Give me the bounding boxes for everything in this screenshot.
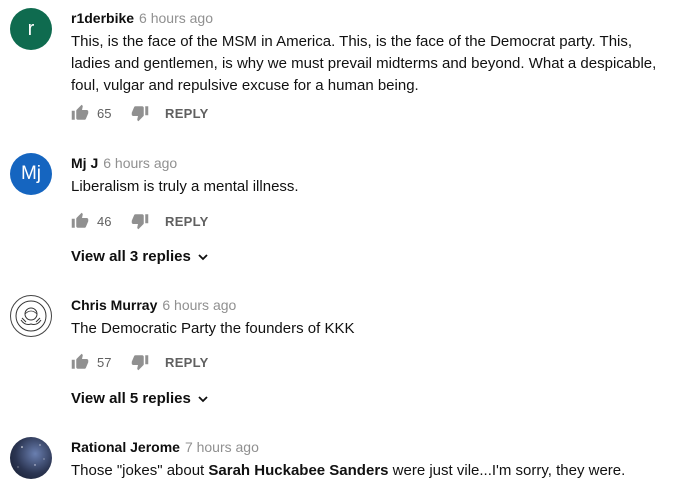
avatar[interactable]: Mj [10, 153, 52, 195]
comment-timestamp[interactable]: 6 hours ago [162, 297, 236, 313]
thumbs-down-icon[interactable] [131, 104, 149, 122]
view-replies-button[interactable]: View all 3 replies [71, 248, 209, 265]
like-count: 57 [97, 354, 112, 370]
author-name[interactable]: Rational Jerome [71, 439, 180, 455]
comment-text: The Democratic Party the founders of KKK [71, 320, 355, 337]
globe-hands-icon [15, 300, 47, 332]
thumbs-up-icon[interactable] [71, 212, 89, 230]
comment-timestamp[interactable]: 7 hours ago [185, 439, 259, 455]
comment-actions: 46 REPLY [71, 211, 209, 231]
comment-timestamp[interactable]: 6 hours ago [103, 155, 177, 171]
author-name[interactable]: Mj J [71, 155, 98, 171]
night-sky-icon [17, 444, 45, 468]
view-replies-label: View all 5 replies [71, 390, 191, 407]
reply-button[interactable]: REPLY [165, 214, 209, 229]
avatar[interactable] [10, 437, 52, 479]
chevron-down-icon [198, 395, 208, 402]
chevron-down-icon [198, 253, 208, 260]
thumbs-up-icon[interactable] [71, 353, 89, 371]
thumbs-down-icon[interactable] [131, 353, 149, 371]
comment-header: Rational Jerome 7 hours ago [71, 438, 259, 456]
comment-actions: 57 REPLY [71, 352, 209, 372]
comment-text: Liberalism is truly a mental illness. [71, 178, 299, 195]
comment-header: Chris Murray 6 hours ago [71, 296, 236, 314]
view-replies-label: View all 3 replies [71, 248, 191, 265]
thumbs-up-icon[interactable] [71, 104, 89, 122]
like-count: 65 [97, 105, 112, 121]
reply-button[interactable]: REPLY [165, 106, 209, 121]
comment-text: Those "jokes" about Sarah Huckabee Sande… [71, 460, 671, 482]
comment-actions: 65 REPLY [71, 103, 209, 123]
comment-text: This, is the face of the MSM in America.… [71, 33, 657, 94]
avatar[interactable]: r [10, 8, 52, 50]
view-replies-button[interactable]: View all 5 replies [71, 390, 209, 407]
comment-text-part: Those "jokes" about [71, 462, 209, 479]
author-name[interactable]: r1derbike [71, 10, 134, 26]
comment-header: r1derbike 6 hours ago [71, 9, 213, 27]
avatar[interactable] [10, 295, 52, 337]
reply-button[interactable]: REPLY [165, 355, 209, 370]
comment-header: Mj J 6 hours ago [71, 154, 177, 172]
like-count: 46 [97, 213, 112, 229]
thumbs-down-icon[interactable] [131, 212, 149, 230]
comment-timestamp[interactable]: 6 hours ago [139, 10, 213, 26]
author-name[interactable]: Chris Murray [71, 297, 157, 313]
comment-text-part: were just vile...I'm sorry, they were. [388, 462, 626, 479]
comment-text-bold: Sarah Huckabee Sanders [208, 462, 389, 479]
